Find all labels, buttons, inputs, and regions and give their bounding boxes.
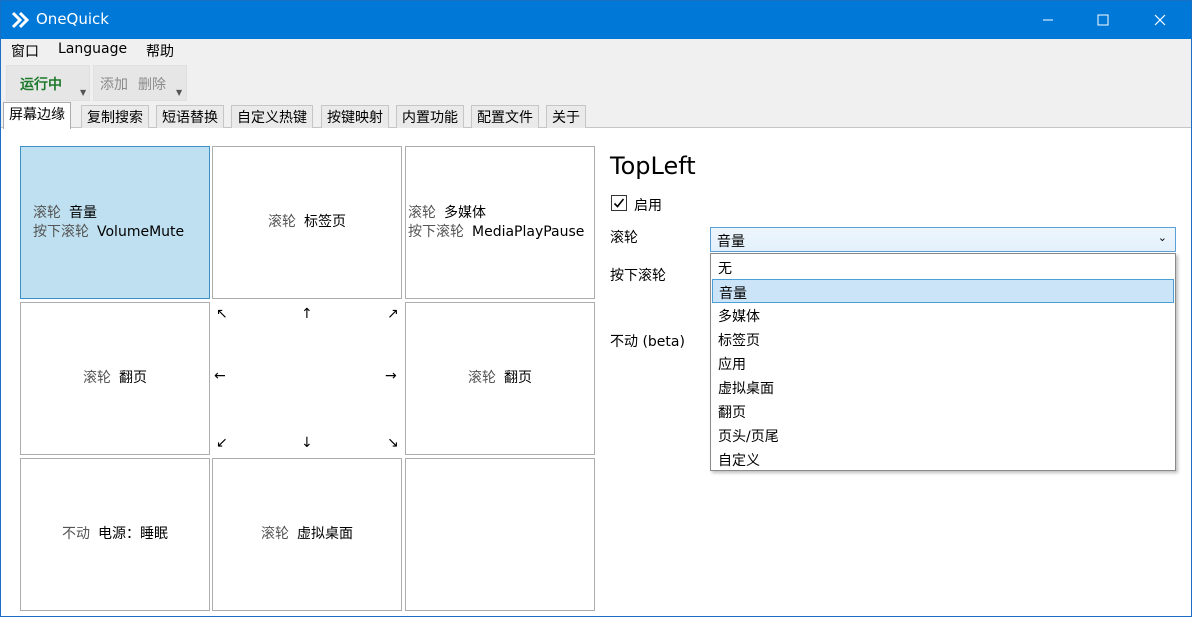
- delete-button[interactable]: 删除: [138, 74, 166, 94]
- cell-value: 标签页: [304, 214, 346, 230]
- checkmark-icon: [613, 198, 625, 208]
- maximize-button[interactable]: [1080, 1, 1126, 39]
- dropdown-option-volume[interactable]: 音量: [712, 279, 1174, 303]
- wheel-select[interactable]: 音量 ⌄: [710, 227, 1176, 252]
- cell-value: 虚拟桌面: [297, 526, 353, 542]
- press-wheel-label: 按下滚轮: [610, 268, 666, 284]
- tab-phrase-replace[interactable]: 短语替换: [156, 105, 224, 128]
- idle-label: 不动 (beta): [610, 334, 685, 350]
- edge-cell-left[interactable]: 滚轮 翻页: [20, 302, 210, 455]
- app-logo-icon: [11, 11, 30, 29]
- wheel-select-value: 音量: [717, 234, 745, 250]
- arrow-down-left-icon: ↙: [216, 435, 228, 451]
- tab-screen-edge[interactable]: 屏幕边缘: [3, 102, 71, 129]
- menu-language[interactable]: Language: [58, 41, 127, 57]
- tab-config-file[interactable]: 配置文件: [471, 105, 539, 128]
- cell-key: 滚轮: [268, 214, 296, 230]
- edge-cell-bottom-right[interactable]: [405, 458, 595, 611]
- arrow-down-right-icon: ↘: [387, 435, 399, 451]
- arrow-up-left-icon: ↖: [216, 306, 228, 322]
- detail-heading: TopLeft: [610, 152, 696, 180]
- tab-bar: 屏幕边缘 复制搜索 短语替换 自定义热键 按键映射 内置功能 配置文件 关于: [1, 102, 1191, 129]
- tab-copy-search[interactable]: 复制搜索: [81, 105, 149, 128]
- dropdown-option-virtual-desktop[interactable]: 虚拟桌面: [712, 375, 1174, 399]
- cell-value: 音量: [69, 204, 97, 221]
- menu-bar: 窗口 Language 帮助: [1, 39, 1191, 62]
- cell-key: 滚轮: [83, 370, 111, 386]
- edge-cell-bottom[interactable]: 滚轮 虚拟桌面: [212, 458, 402, 611]
- wheel-dropdown-list: 无 音量 多媒体 标签页 应用 虚拟桌面 翻页 页头/页尾 自定义: [710, 253, 1176, 471]
- edge-cell-top-right[interactable]: 滚轮 多媒体 按下滚轮 MediaPlayPause: [405, 146, 595, 299]
- cell-value: MediaPlayPause: [472, 223, 585, 240]
- arrow-left-icon: ←: [214, 368, 226, 384]
- title-bar[interactable]: OneQuick: [1, 1, 1191, 39]
- cell-key: 滚轮: [261, 526, 289, 542]
- edge-cell-bottom-left[interactable]: 不动 电源：睡眠: [20, 458, 210, 611]
- tab-builtin[interactable]: 内置功能: [396, 105, 464, 128]
- menu-window[interactable]: 窗口: [11, 41, 39, 61]
- status-button[interactable]: 运行中 ▼: [6, 65, 90, 101]
- edit-group: 添加 删除 ▼: [93, 65, 187, 101]
- chevron-down-icon: ⌄: [1157, 231, 1167, 244]
- arrow-up-right-icon: ↗: [387, 306, 399, 322]
- close-button[interactable]: [1137, 1, 1183, 39]
- window-title: OneQuick: [36, 10, 109, 28]
- cell-value: 翻页: [119, 370, 147, 386]
- cell-value: 翻页: [504, 370, 532, 386]
- cell-value: 电源：睡眠: [98, 526, 168, 542]
- dropdown-option-home-end[interactable]: 页头/页尾: [712, 423, 1174, 447]
- cell-value: VolumeMute: [97, 223, 185, 240]
- edge-cell-top-left[interactable]: 滚轮 音量 按下滚轮 VolumeMute: [20, 146, 210, 299]
- wheel-label: 滚轮: [610, 230, 638, 246]
- dropdown-option-multimedia[interactable]: 多媒体: [712, 303, 1174, 327]
- add-button[interactable]: 添加: [100, 74, 128, 94]
- tab-key-mapping[interactable]: 按键映射: [321, 105, 389, 128]
- enable-checkbox[interactable]: [611, 195, 627, 211]
- toolbar: 运行中 ▼ 添加 删除 ▼: [1, 62, 1191, 102]
- minimize-button[interactable]: [1025, 1, 1071, 39]
- close-icon: [1154, 14, 1166, 26]
- cell-key: 不动: [62, 526, 90, 542]
- status-label: 运行中: [20, 77, 62, 93]
- arrow-right-icon: →: [385, 368, 397, 384]
- arrow-up-icon: ↑: [301, 306, 313, 322]
- cell-key: 滚轮: [33, 204, 61, 221]
- edge-cell-top[interactable]: 滚轮 标签页: [212, 146, 402, 299]
- maximize-icon: [1097, 14, 1109, 26]
- dropdown-option-custom[interactable]: 自定义: [712, 447, 1174, 471]
- tab-custom-hotkey[interactable]: 自定义热键: [231, 105, 313, 128]
- minimize-icon: [1043, 19, 1053, 21]
- edge-center: ↖ ↑ ↗ ← → ↙ ↓ ↘: [211, 301, 404, 456]
- app-window: OneQuick 窗口 Language 帮助 运行中 ▼ 添加 删除 ▼ 屏幕…: [0, 0, 1192, 617]
- cell-key: 滚轮: [468, 370, 496, 386]
- tab-about[interactable]: 关于: [546, 105, 586, 128]
- cell-key: 按下滚轮: [33, 223, 89, 240]
- dropdown-option-apps[interactable]: 应用: [712, 351, 1174, 375]
- menu-help[interactable]: 帮助: [146, 41, 174, 61]
- cell-value: 多媒体: [444, 204, 486, 221]
- status-dropdown-icon[interactable]: ▼: [80, 88, 86, 97]
- arrow-down-icon: ↓: [301, 435, 313, 451]
- dropdown-option-page-turn[interactable]: 翻页: [712, 399, 1174, 423]
- dropdown-option-none[interactable]: 无: [712, 255, 1174, 279]
- cell-key: 按下滚轮: [408, 223, 464, 240]
- dropdown-option-tabs[interactable]: 标签页: [712, 327, 1174, 351]
- enable-label[interactable]: 启用: [634, 195, 662, 215]
- cell-key: 滚轮: [408, 204, 436, 221]
- edit-dropdown-icon[interactable]: ▼: [176, 88, 182, 97]
- edge-cell-right[interactable]: 滚轮 翻页: [405, 302, 595, 455]
